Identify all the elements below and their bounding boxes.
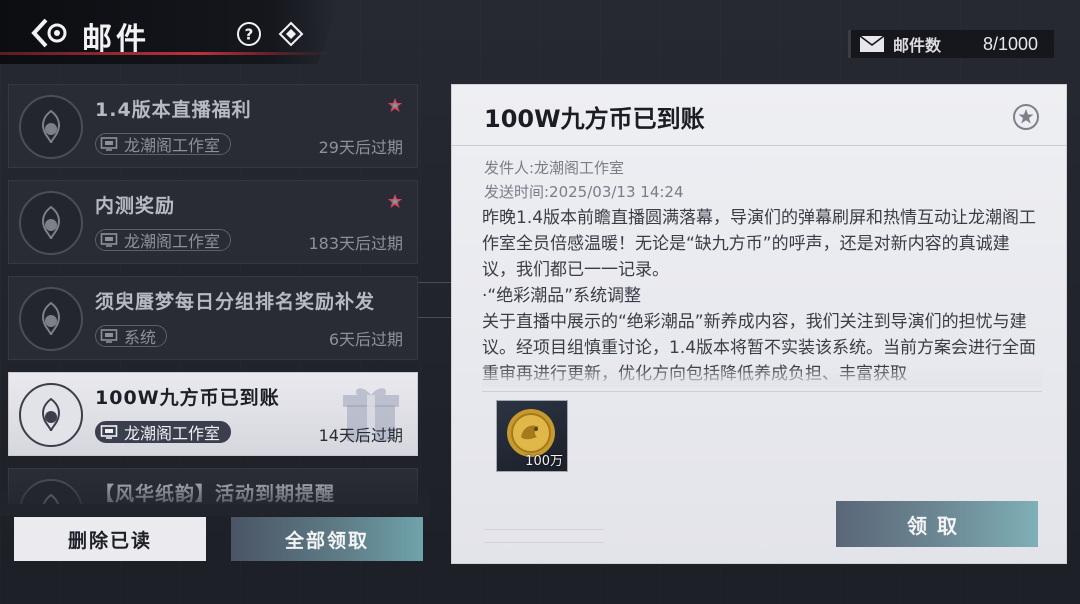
detail-sent-time: 发送时间:2025/03/13 14:24 (484, 183, 684, 201)
sender-tag: 系统 (95, 325, 168, 347)
expiry-text: 6天后过期 (328, 330, 403, 349)
star-icon (388, 98, 402, 112)
expiry-text: 14天后过期 (318, 426, 403, 445)
sender-emblem (19, 287, 83, 351)
mail-subject: 【风华纸韵】活动到期提醒 (95, 483, 336, 504)
delete-read-button[interactable]: 删除已读 (14, 517, 206, 561)
dragon-emblem-icon (42, 397, 60, 432)
sender-name: 系统 (124, 328, 157, 347)
sender-tag: 龙潮阁工作室 (95, 229, 232, 251)
divider (452, 145, 1066, 146)
mail-count-label: 邮件数 (893, 36, 942, 55)
mail-subject: 内测奖励 (95, 195, 176, 217)
favorite-star-icon[interactable] (1012, 103, 1040, 131)
body-fade (482, 367, 1042, 387)
expiry-text: 29天后过期 (318, 138, 403, 157)
attachment-item[interactable]: 100万 (496, 400, 568, 472)
mail-item-selected[interactable]: 100W九方币已到账 龙潮阁工作室 14天后过期 (8, 372, 418, 456)
mail-item[interactable]: 【风华纸韵】活动到期提醒 (8, 468, 418, 504)
dragon-emblem-icon (42, 109, 60, 144)
mail-count: 邮件数 8/1000 (848, 30, 1054, 58)
detail-title: 100W九方币已到账 (484, 105, 705, 133)
sender-name: 龙潮阁工作室 (124, 232, 221, 251)
sender-name: 龙潮阁工作室 (124, 424, 221, 443)
monitor-icon (100, 425, 118, 439)
detail-sender: 发件人:龙潮阁工作室 (484, 159, 625, 177)
body-paragraph: 昨晚1.4版本前瞻直播圆满落幕，导演们的弹幕刷屏和热情互动让龙潮阁工作室全员倍感… (482, 208, 1037, 280)
sender-tag: 龙潮阁工作室 (95, 133, 232, 155)
claim-all-button[interactable]: 全部领取 (231, 517, 423, 561)
mail-subject: 1.4版本直播福利 (95, 99, 252, 121)
star-icon (388, 194, 402, 208)
mail-item[interactable]: 须臾蜃梦每日分组排名奖励补发 系统 6天后过期 (8, 276, 418, 360)
fineprint-decoration (484, 529, 604, 543)
back-icon[interactable] (30, 16, 70, 50)
dragon-emblem-icon (42, 301, 60, 336)
sender-emblem (19, 191, 83, 255)
monitor-icon (100, 233, 118, 247)
mail-detail-panel: 100W九方币已到账 发件人:龙潮阁工作室 发送时间:2025/03/13 14… (451, 84, 1067, 564)
detail-body[interactable]: 昨晚1.4版本前瞻直播圆满落幕，导演们的弹幕刷屏和热情互动让龙潮阁工作室全员倍感… (482, 205, 1042, 385)
attachment-area: 100万 (482, 391, 1042, 477)
page-title: 邮件 (82, 22, 150, 57)
mail-subject: 须臾蜃梦每日分组排名奖励补发 (95, 291, 376, 313)
claim-button[interactable]: 领取 (836, 501, 1038, 547)
sender-emblem (19, 95, 83, 159)
mail-count-value: 8/1000 (982, 33, 1038, 54)
dragon-emblem-icon (42, 205, 60, 240)
mail-subject: 100W九方币已到账 (95, 387, 280, 409)
mail-item[interactable]: 1.4版本直播福利 龙潮阁工作室 29天后过期 (8, 84, 418, 168)
mail-item[interactable]: 内测奖励 龙潮阁工作室 183天后过期 (8, 180, 418, 264)
sender-emblem (19, 479, 83, 504)
attachment-quantity: 100万 (525, 454, 563, 469)
monitor-icon (100, 329, 118, 343)
diamond-info-icon[interactable] (278, 21, 304, 47)
sender-name: 龙潮阁工作室 (124, 136, 221, 155)
connector-line (418, 282, 452, 318)
body-paragraph: ·“绝彩潮品”系统调整 (482, 286, 642, 306)
svg-text:?: ? (245, 26, 254, 44)
expiry-text: 183天后过期 (308, 234, 403, 253)
help-icon[interactable]: ? (236, 21, 262, 47)
monitor-icon (100, 137, 118, 151)
header-stripe (0, 52, 330, 55)
dragon-emblem-icon (42, 493, 60, 504)
sender-tag: 龙潮阁工作室 (95, 421, 232, 443)
envelope-icon (859, 35, 885, 52)
mail-list: 1.4版本直播福利 龙潮阁工作室 29天后过期 内测奖励 龙潮阁工作室 183天… (8, 84, 418, 504)
sender-emblem (19, 383, 83, 447)
